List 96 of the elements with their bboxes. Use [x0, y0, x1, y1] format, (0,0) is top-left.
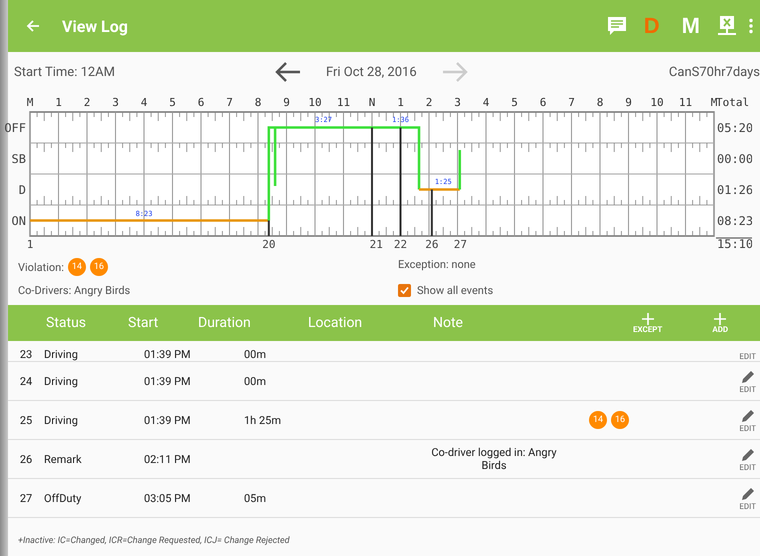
hour-label: 8 [254, 96, 262, 109]
row-number: 23 [18, 348, 34, 361]
legend-note: +Inactive: IC=Changed, ICR=Change Requested, ICJ= Change Rejected [17, 536, 291, 548]
hour-label: 8 [596, 96, 604, 109]
hour-label: 3 [112, 96, 119, 109]
note-cell: Co-driver logged in: Angry Birds [431, 446, 557, 472]
row-number: 26 [18, 452, 34, 466]
pencil-icon [740, 486, 756, 502]
status-cell-text: Driving [44, 414, 79, 426]
violation-badge: 16 [611, 411, 629, 429]
status-cell-text: Driving [44, 374, 79, 388]
total-header: Total [716, 96, 750, 109]
duration-cell: 1h 25m [244, 414, 281, 426]
hour-label: 2 [84, 96, 90, 109]
hour-label: 9 [625, 96, 632, 109]
plus-icon [642, 312, 654, 324]
hour-label: 7 [226, 96, 233, 109]
hour-label: 7 [568, 96, 575, 109]
more-icon[interactable] [748, 18, 754, 34]
violation-badge: 14 [68, 258, 86, 276]
ruleset-label: CanS70hr7days [668, 64, 760, 80]
event-marker-label: 21 [370, 238, 383, 251]
hour-label: 10 [650, 96, 664, 109]
column-header: Start [128, 315, 160, 331]
edit-button[interactable]: EDIT [739, 352, 756, 361]
hour-label: 2 [426, 96, 432, 109]
row-number: 24 [18, 374, 34, 388]
violation-badge: 16 [90, 258, 108, 276]
event-marker-label: 20 [262, 238, 276, 251]
hour-label: 11 [336, 96, 350, 109]
status-total: 00:00 [717, 152, 752, 166]
show-all-label: Show all events [417, 284, 494, 297]
status-total: 05:20 [717, 121, 752, 135]
exception-label: Exception: none [398, 258, 477, 273]
hour-label: N [368, 96, 376, 109]
hour-label: 11 [678, 96, 692, 109]
column-header: Duration [198, 315, 252, 331]
hour-label: M [710, 96, 718, 109]
hour-label: 1 [397, 96, 404, 109]
hour-label: 10 [308, 96, 322, 109]
grand-total: 15:10 [717, 237, 752, 251]
duty-status-label: D [18, 183, 26, 197]
pencil-icon [740, 408, 756, 424]
column-header: Status [45, 315, 88, 331]
row-number: 25 [18, 414, 34, 426]
duty-status-label: ON [12, 214, 26, 228]
start-cell-text: 01:39 PM [144, 348, 192, 361]
previous-arrow-icon[interactable] [274, 60, 302, 84]
violation-badge: 14 [589, 411, 607, 429]
app-bar-title: View Log [62, 16, 129, 36]
duty-status-label: SB [12, 152, 26, 166]
co-drivers-label: Co-Drivers: Angry Birds [18, 284, 132, 297]
edit-button[interactable]: EDIT [739, 408, 756, 432]
event-marker-label: 22 [394, 238, 408, 251]
edit-button[interactable]: EDIT [739, 446, 756, 472]
hour-label: 6 [198, 96, 204, 109]
violation-label: Violation: [18, 260, 64, 274]
log-date: Fri Oct 28, 2016 [326, 64, 417, 80]
hour-label: 1 [55, 96, 62, 109]
duration-cell: 05m [244, 492, 266, 504]
plus-icon [714, 312, 726, 324]
message-icon[interactable] [606, 15, 628, 37]
hour-label: 9 [283, 96, 290, 109]
start-cell-text: 02:11 PM [144, 452, 192, 466]
edit-button[interactable]: EDIT [739, 486, 756, 510]
edit-button[interactable]: EDIT [739, 368, 756, 394]
back-icon[interactable] [26, 19, 40, 33]
status-total: 01:26 [717, 183, 752, 197]
show-all-checkbox[interactable] [398, 284, 411, 297]
pencil-icon [740, 368, 756, 384]
start-cell-text: 01:39 PM [144, 374, 192, 388]
start-cell-text: 03:05 PM [144, 492, 192, 504]
duration-cell: 00m [244, 348, 266, 361]
hour-label: 6 [540, 96, 546, 109]
column-header: Location [308, 315, 364, 331]
event-marker-label: 26 [425, 238, 438, 251]
start-cell-text: 01:39 PM [144, 414, 192, 426]
hour-label: 4 [140, 96, 148, 109]
hour-label: 5 [169, 96, 176, 109]
event-marker-label: 27 [454, 238, 467, 251]
hour-label: 3 [454, 96, 461, 109]
status-cell-text: Driving [44, 348, 79, 361]
hour-label: M [26, 96, 34, 109]
hour-label: 4 [482, 96, 490, 109]
status-total: 08:23 [717, 214, 752, 228]
start-time: Start Time: 12AM [14, 64, 116, 80]
hour-label: 5 [511, 96, 518, 109]
event-marker-label: 1 [26, 238, 34, 251]
column-header: Note [433, 315, 464, 331]
row-number: 27 [18, 492, 34, 504]
duty-status-label: OFF [4, 121, 26, 135]
duration-cell: 00m [244, 374, 266, 388]
status-cell-text: Remark [44, 452, 83, 466]
pencil-icon [740, 446, 756, 462]
network-x-icon[interactable] [716, 15, 738, 37]
status-cell-text: OffDuty [44, 492, 82, 504]
